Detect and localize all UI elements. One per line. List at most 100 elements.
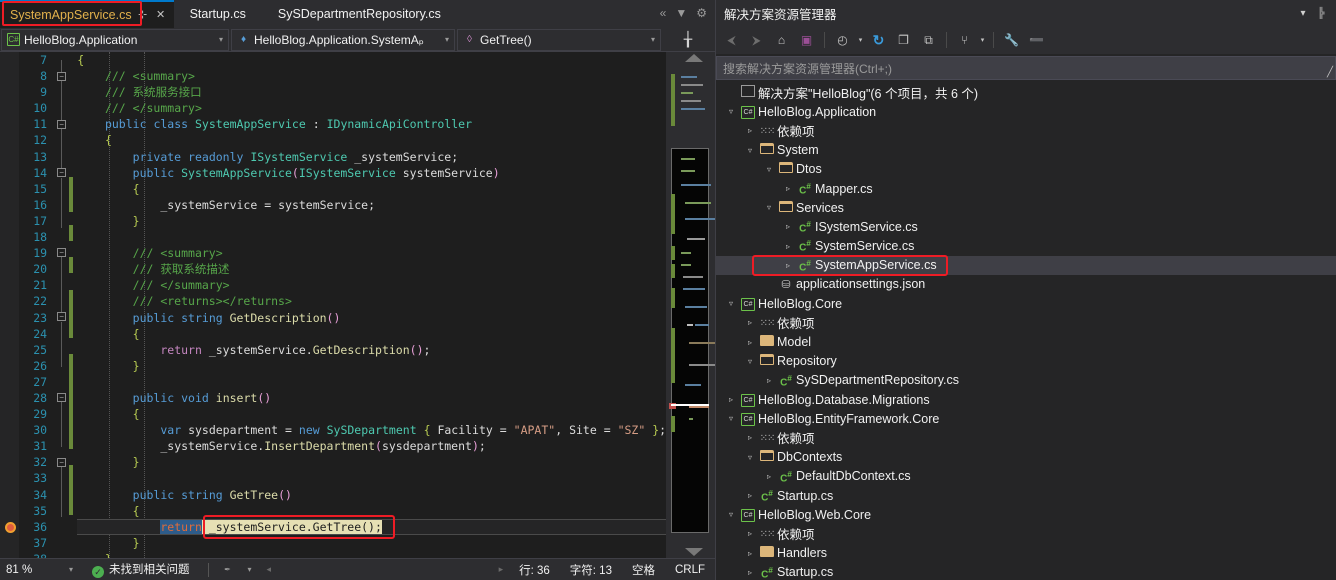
code-line[interactable]: public string GetTree() bbox=[77, 487, 666, 503]
code-line[interactable]: { bbox=[77, 52, 666, 68]
panel-dropdown-icon[interactable]: ▾ bbox=[1294, 8, 1312, 19]
code-line[interactable]: { bbox=[77, 326, 666, 342]
chevron-right-icon[interactable]: ▹ bbox=[781, 261, 795, 270]
chevron-down-icon[interactable]: ▿ bbox=[724, 107, 738, 116]
scroll-down-arrow[interactable] bbox=[685, 548, 704, 556]
code-line[interactable] bbox=[77, 470, 666, 486]
tree-item[interactable]: ▹ C# Mapper.cs bbox=[716, 179, 1336, 198]
tree-item[interactable]: ▹ ⁙⁙ 依赖项 bbox=[716, 121, 1336, 140]
pin-icon[interactable]: ⊹ bbox=[136, 9, 150, 21]
tab-system-app-service[interactable]: SystemAppService.cs ⊹ ✕ bbox=[0, 0, 174, 28]
code-line[interactable]: _systemService = systemService; bbox=[77, 197, 666, 213]
navbar-project-dropdown[interactable]: C# HelloBlog.Application ▾ bbox=[1, 28, 229, 51]
collapse-icon[interactable]: − bbox=[57, 393, 67, 402]
view-hierarchy-caret[interactable]: ▾ bbox=[978, 36, 987, 44]
tree-item[interactable]: ▹ C# Startup.cs bbox=[716, 563, 1336, 580]
collapse-icon[interactable]: − bbox=[57, 312, 67, 321]
collapse-all-button[interactable]: ⧉ bbox=[917, 29, 940, 51]
chevron-down-icon[interactable]: ▿ bbox=[743, 146, 757, 155]
chevron-down-icon[interactable]: ▿ bbox=[724, 299, 738, 308]
tree-item[interactable]: ▿ System bbox=[716, 141, 1336, 160]
code-line[interactable]: } bbox=[77, 535, 666, 551]
code-line[interactable]: { bbox=[77, 406, 666, 422]
code-line[interactable]: } bbox=[77, 213, 666, 229]
tree-item[interactable]: ▿ Services bbox=[716, 198, 1336, 217]
refresh-button[interactable]: ↻ bbox=[867, 29, 890, 51]
tab-startup[interactable]: Startup.cs bbox=[174, 0, 262, 28]
code-line[interactable]: public void insert() bbox=[77, 390, 666, 406]
chevron-right-icon[interactable]: ▹ bbox=[781, 184, 795, 193]
code-line[interactable] bbox=[77, 229, 666, 245]
minimap-body[interactable] bbox=[667, 66, 715, 544]
chevron-right-icon[interactable]: ▹ bbox=[762, 376, 776, 385]
show-all-files-button[interactable]: ❐ bbox=[892, 29, 915, 51]
collapse-icon[interactable]: − bbox=[57, 248, 67, 257]
chevron-right-icon[interactable]: ▹ bbox=[743, 491, 757, 500]
zoom-level[interactable]: 81 % bbox=[0, 564, 60, 576]
code-line[interactable] bbox=[77, 374, 666, 390]
chevron-right-icon[interactable]: ▹ bbox=[781, 222, 795, 231]
tree-item-selected[interactable]: ▹ C# SystemAppService.cs bbox=[716, 255, 1336, 275]
pin-icon[interactable]: ╠ bbox=[1312, 8, 1330, 19]
code-line[interactable]: /// 系统服务接口 bbox=[77, 84, 666, 100]
code-line[interactable]: _systemService.InsertDepartment(sysdepar… bbox=[77, 438, 666, 454]
tree-item[interactable]: ▹ C# HelloBlog.Database.Migrations bbox=[716, 390, 1336, 409]
chevrons-left-icon[interactable]: « bbox=[660, 7, 667, 19]
tree-item[interactable]: ▿ DbContexts bbox=[716, 448, 1336, 467]
code-line[interactable]: public string GetDescription() bbox=[77, 310, 666, 326]
code-line[interactable]: var sysdepartment = new SySDepartment { … bbox=[77, 422, 666, 438]
tree-item[interactable]: ▹ C# SySDepartmentRepository.cs bbox=[716, 371, 1336, 390]
minimap-viewport[interactable] bbox=[671, 148, 709, 533]
tab-sysdepartment-repository[interactable]: SySDepartmentRepository.cs bbox=[262, 0, 457, 28]
code-line[interactable]: public SystemAppService(ISystemService s… bbox=[77, 165, 666, 181]
chevron-right-icon[interactable]: ▹ bbox=[743, 568, 757, 577]
chevron-down-icon[interactable]: ▿ bbox=[724, 510, 738, 519]
code-line[interactable]: /// </summary> bbox=[77, 277, 666, 293]
code-line[interactable]: { bbox=[77, 503, 666, 519]
navbar-member-dropdown[interactable]: ◊ GetTree() ▾ bbox=[457, 28, 661, 51]
solution-tree[interactable]: 解决方案"HelloBlog"(6 个项目，共 6 个) ▿ C# HelloBlog… bbox=[716, 80, 1336, 580]
code-editor-area[interactable]: 7 8 9 10 11 12 13 14 15 16 17 18 19 20 21 22 23 24 25 26 27 2… bbox=[0, 52, 715, 558]
chevron-right-icon[interactable]: ▹ bbox=[743, 549, 757, 558]
tree-item[interactable]: ▹ ⁙⁙ 依赖项 bbox=[716, 524, 1336, 543]
tree-item[interactable]: 解决方案"HelloBlog"(6 个项目，共 6 个) bbox=[716, 83, 1336, 102]
close-icon[interactable]: ✕ bbox=[154, 9, 168, 21]
issues-status[interactable]: ✓ 未找到相关问题 bbox=[82, 561, 200, 578]
minimize-button[interactable]: ➖ bbox=[1025, 29, 1048, 51]
chevron-right-icon[interactable]: ▹ bbox=[743, 126, 757, 135]
properties-button[interactable]: 🔧 bbox=[1000, 29, 1023, 51]
gear-icon[interactable]: ⚙ bbox=[696, 7, 707, 19]
chevron-down-icon[interactable]: ▿ bbox=[762, 203, 776, 212]
scroll-up-arrow[interactable] bbox=[685, 54, 704, 62]
breakpoint-icon[interactable] bbox=[5, 521, 16, 533]
scroll-track[interactable] bbox=[271, 564, 499, 576]
chevron-down-icon[interactable]: ▿ bbox=[762, 165, 776, 174]
forward-button[interactable]: ⮞ bbox=[745, 29, 768, 51]
tree-item[interactable]: ▹ ⁙⁙ 依赖项 bbox=[716, 313, 1336, 332]
resize-grip-icon[interactable]: ╱ bbox=[1327, 67, 1333, 78]
pen-icon[interactable]: ✒ bbox=[217, 565, 239, 574]
tree-item[interactable]: ▿ C# HelloBlog.Application bbox=[716, 102, 1336, 121]
code-line[interactable]: } bbox=[77, 551, 666, 558]
code-line[interactable]: /// <returns></returns> bbox=[77, 293, 666, 309]
code-line[interactable]: } bbox=[77, 454, 666, 470]
search-input[interactable]: 搜索解决方案资源管理器(Ctrl+;) ╱ bbox=[716, 56, 1336, 80]
tree-item[interactable]: ▹ C# Startup.cs bbox=[716, 486, 1336, 505]
collapse-icon[interactable]: − bbox=[57, 458, 67, 467]
back-button[interactable]: ⮜ bbox=[720, 29, 743, 51]
tree-item[interactable]: ▹ ⁙⁙ 依赖项 bbox=[716, 428, 1336, 447]
tree-item[interactable]: ⛁ applicationsettings.json bbox=[716, 275, 1336, 294]
chevron-right-icon[interactable]: ▹ bbox=[743, 529, 757, 538]
breakpoint-gutter[interactable] bbox=[0, 52, 19, 558]
code-line[interactable]: /// <summary> bbox=[77, 245, 666, 261]
chevron-right-icon[interactable]: ▹ bbox=[743, 433, 757, 442]
code-line[interactable]: /// </summary> bbox=[77, 100, 666, 116]
tree-item[interactable]: ▿ C# HelloBlog.Web.Core bbox=[716, 505, 1336, 524]
source-code-text[interactable]: { /// <summary> /// 系统服务接口 /// </summary… bbox=[73, 52, 667, 558]
chevron-down-icon[interactable]: ▿ bbox=[724, 414, 738, 423]
chevron-right-icon[interactable]: ▹ bbox=[762, 472, 776, 481]
chevron-right-icon[interactable]: ▹ bbox=[743, 338, 757, 347]
tree-item[interactable]: ▹ Model bbox=[716, 332, 1336, 351]
tree-item[interactable]: ▹ Handlers bbox=[716, 544, 1336, 563]
navbar-type-dropdown[interactable]: ♦ HelloBlog.Application.SystemAₚ ▾ bbox=[231, 28, 455, 51]
